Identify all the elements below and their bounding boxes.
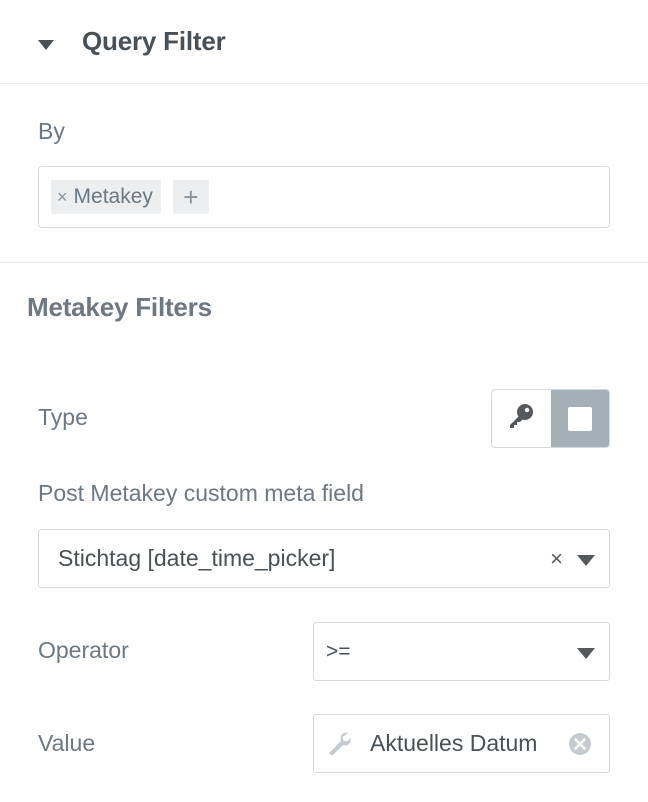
chevron-down-icon[interactable] xyxy=(577,553,595,566)
query-filter-header[interactable]: Query Filter xyxy=(0,0,648,84)
tag-remove-button[interactable]: × xyxy=(57,187,68,208)
type-option-key[interactable] xyxy=(492,390,551,447)
value-dynamic-field[interactable]: Aktuelles Datum xyxy=(313,714,610,773)
by-tags-input[interactable]: × Metakey + xyxy=(38,166,610,228)
clear-circle-icon[interactable] xyxy=(568,732,592,756)
clear-selection-button[interactable]: × xyxy=(550,546,563,572)
value-label: Value xyxy=(38,730,96,756)
type-label: Type xyxy=(38,404,88,430)
caret-down-icon xyxy=(38,37,54,50)
chevron-down-icon[interactable] xyxy=(577,646,595,659)
by-label: By xyxy=(38,118,65,144)
wrench-icon xyxy=(326,731,352,757)
key-icon xyxy=(507,402,535,435)
square-icon xyxy=(567,406,592,431)
operator-select[interactable]: >= xyxy=(313,622,610,681)
meta-field-value: Stichtag [date_time_picker] xyxy=(58,545,336,571)
value-text: Aktuelles Datum xyxy=(370,730,538,756)
add-tag-button[interactable]: + xyxy=(172,180,209,214)
section-title: Query Filter xyxy=(82,26,226,56)
metakey-filters-title: Metakey Filters xyxy=(27,292,212,322)
type-option-square[interactable] xyxy=(550,390,609,447)
tag-label: Metakey xyxy=(73,185,153,208)
type-toggle xyxy=(491,389,610,448)
operator-value: >= xyxy=(326,639,351,663)
tag-metakey: × Metakey xyxy=(51,180,161,214)
operator-label: Operator xyxy=(38,637,129,663)
meta-field-label: Post Metakey custom meta field xyxy=(38,480,364,506)
meta-field-select[interactable]: Stichtag [date_time_picker] × xyxy=(38,529,610,588)
